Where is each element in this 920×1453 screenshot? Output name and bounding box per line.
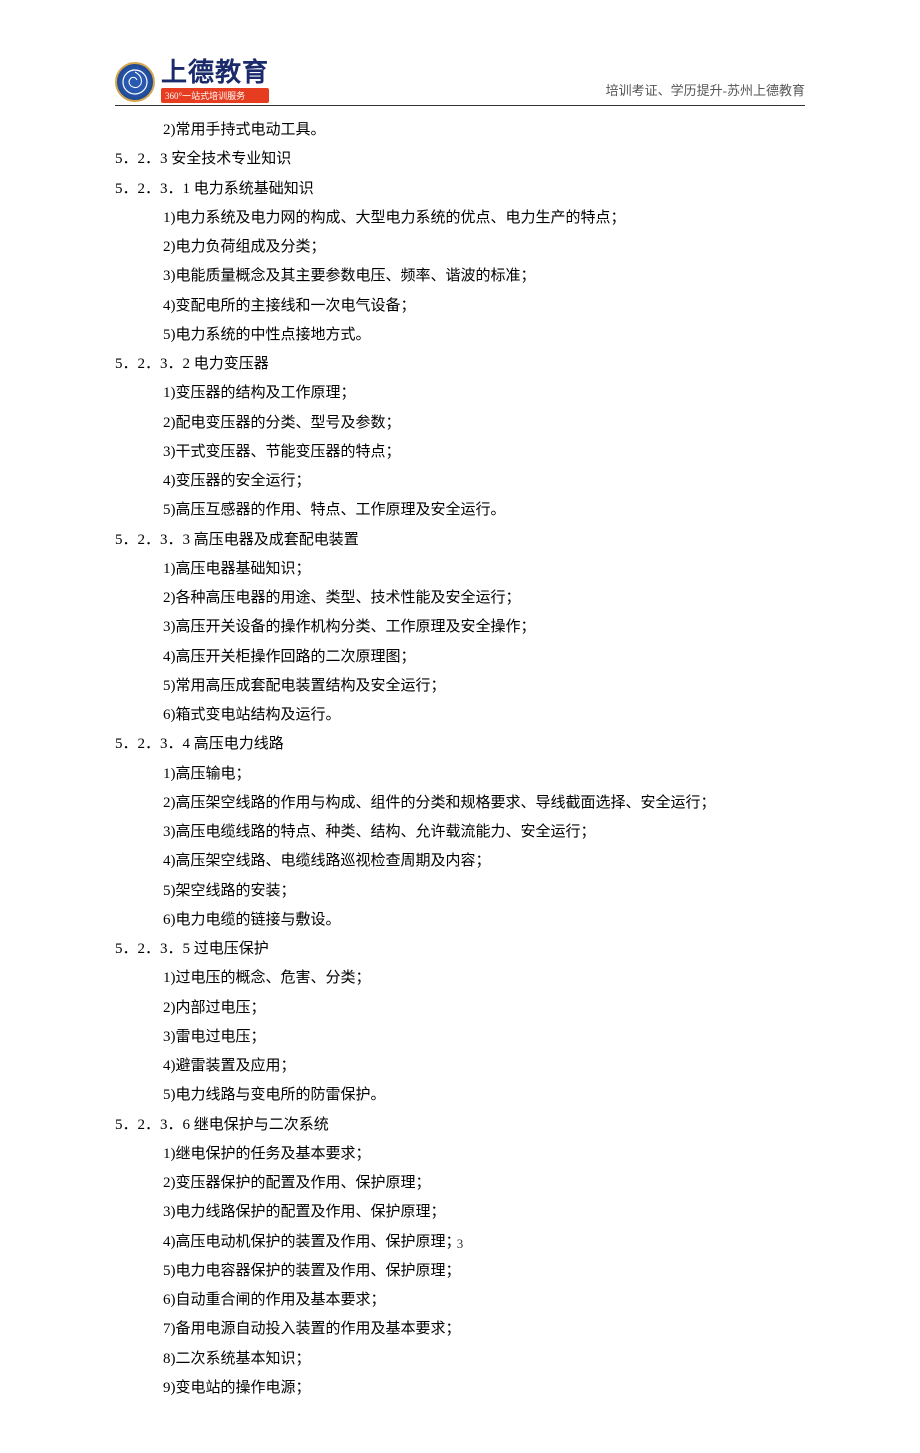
body-line: 1)过电压的概念、危害、分类； xyxy=(115,964,805,993)
body-line: 2)常用手持式电动工具。 xyxy=(115,116,805,145)
body-line: 2)高压架空线路的作用与构成、组件的分类和规格要求、导线截面选择、安全运行； xyxy=(115,789,805,818)
body-line: 6)箱式变电站结构及运行。 xyxy=(115,701,805,730)
page-footer: 3 xyxy=(0,1236,920,1252)
body-line: 3)电能质量概念及其主要参数电压、频率、谐波的标准； xyxy=(115,262,805,291)
body-line: 5．2．3．4 高压电力线路 xyxy=(115,730,805,759)
body-line: 3)高压开关设备的操作机构分类、工作原理及安全操作； xyxy=(115,613,805,642)
body-line: 3)电力线路保护的配置及作用、保护原理； xyxy=(115,1198,805,1227)
body-line: 5)高压互感器的作用、特点、工作原理及安全运行。 xyxy=(115,496,805,525)
body-line: 1)继电保护的任务及基本要求； xyxy=(115,1140,805,1169)
body-line: 6)自动重合闸的作用及基本要求； xyxy=(115,1286,805,1315)
body-line: 5．2．3．6 继电保护与二次系统 xyxy=(115,1111,805,1140)
body-line: 4)高压架空线路、电缆线路巡视检查周期及内容； xyxy=(115,847,805,876)
body-line: 4)变压器的安全运行； xyxy=(115,467,805,496)
body-line: 5)电力线路与变电所的防雷保护。 xyxy=(115,1081,805,1110)
body-line: 3)高压电缆线路的特点、种类、结构、允许载流能力、安全运行； xyxy=(115,818,805,847)
body-line: 6)电力电缆的链接与敷设。 xyxy=(115,906,805,935)
body-line: 4)变配电所的主接线和一次电气设备； xyxy=(115,292,805,321)
body-line: 5．2．3 安全技术专业知识 xyxy=(115,145,805,174)
logo-text-block: 上德教育 360°一站式培训服务 xyxy=(161,60,269,103)
body-line: 8)二次系统基本知识； xyxy=(115,1345,805,1374)
body-line: 7)备用电源自动投入装置的作用及基本要求； xyxy=(115,1315,805,1344)
body-line: 2)电力负荷组成及分类； xyxy=(115,233,805,262)
body-line: 1)高压电器基础知识； xyxy=(115,555,805,584)
body-line: 1)高压输电； xyxy=(115,760,805,789)
body-line: 5．2．3．1 电力系统基础知识 xyxy=(115,175,805,204)
body-line: 3)雷电过电压； xyxy=(115,1023,805,1052)
logo-spiral-icon xyxy=(121,68,149,96)
body-line: 4)高压开关柜操作回路的二次原理图； xyxy=(115,643,805,672)
logo-title: 上德教育 xyxy=(161,60,269,86)
body-line: 5．2．3．2 电力变压器 xyxy=(115,350,805,379)
body-line: 5)常用高压成套配电装置结构及安全运行； xyxy=(115,672,805,701)
page-header: 上德教育 360°一站式培训服务 培训考证、学历提升-苏州上德教育 xyxy=(115,60,805,106)
body-line: 9)变电站的操作电源； xyxy=(115,1374,805,1403)
body-line: 4)避雷装置及应用； xyxy=(115,1052,805,1081)
page-number: 3 xyxy=(457,1236,464,1251)
body-line: 5)电力系统的中性点接地方式。 xyxy=(115,321,805,350)
logo-block: 上德教育 360°一站式培训服务 xyxy=(115,60,269,103)
body-line: 5．2．3．5 过电压保护 xyxy=(115,935,805,964)
body-line: 2)配电变压器的分类、型号及参数； xyxy=(115,409,805,438)
document-body: 2)常用手持式电动工具。5．2．3 安全技术专业知识5．2．3．1 电力系统基础… xyxy=(115,116,805,1403)
body-line: 1)电力系统及电力网的构成、大型电力系统的优点、电力生产的特点； xyxy=(115,204,805,233)
body-line: 2)变压器保护的配置及作用、保护原理； xyxy=(115,1169,805,1198)
body-line: 1)变压器的结构及工作原理； xyxy=(115,379,805,408)
logo-subtitle: 360°一站式培训服务 xyxy=(161,88,269,103)
body-line: 2)内部过电压； xyxy=(115,994,805,1023)
logo-icon xyxy=(115,62,155,102)
header-right-text: 培训考证、学历提升-苏州上德教育 xyxy=(606,80,805,103)
body-line: 5)电力电容器保护的装置及作用、保护原理； xyxy=(115,1257,805,1286)
body-line: 2)各种高压电器的用途、类型、技术性能及安全运行； xyxy=(115,584,805,613)
body-line: 5)架空线路的安装； xyxy=(115,877,805,906)
body-line: 3)干式变压器、节能变压器的特点； xyxy=(115,438,805,467)
body-line: 5．2．3．3 高压电器及成套配电装置 xyxy=(115,526,805,555)
